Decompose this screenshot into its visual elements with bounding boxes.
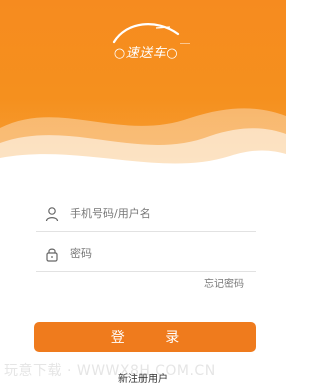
login-button[interactable]: 登 录 — [34, 322, 256, 352]
register-link[interactable]: 新注册用户 — [0, 370, 286, 385]
password-field — [36, 236, 256, 272]
phone-field — [36, 196, 256, 232]
lock-icon — [46, 248, 58, 262]
header-banner: ○速送车○ — [0, 0, 286, 178]
forgot-password-link[interactable]: 忘记密码 — [204, 275, 244, 290]
user-icon — [45, 206, 59, 221]
phone-input[interactable] — [70, 207, 240, 220]
brand-logo: ○速送车○ — [96, 14, 196, 64]
wave-decoration — [0, 108, 286, 178]
brand-logo-text: ○速送车○ — [113, 46, 179, 61]
password-input[interactable] — [70, 247, 240, 260]
car-roof-icon — [112, 23, 192, 48]
